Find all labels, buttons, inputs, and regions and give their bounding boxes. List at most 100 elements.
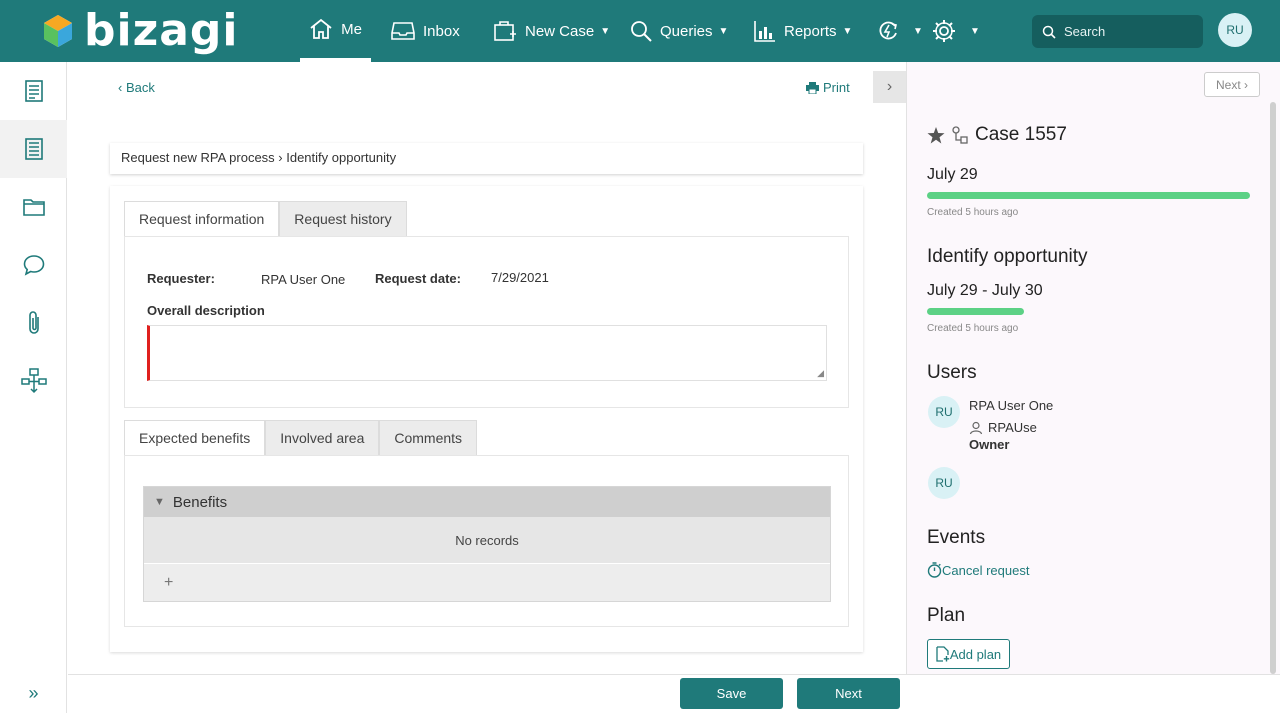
cancel-request-label: Cancel request xyxy=(942,562,1030,578)
main-content: ‹ Back Print › Request new RPA process ›… xyxy=(68,62,906,674)
user-icon xyxy=(969,421,983,434)
star-icon[interactable] xyxy=(927,126,945,144)
tab-comments[interactable]: Comments xyxy=(379,420,478,456)
chevron-down-icon: ▼ xyxy=(718,25,729,37)
save-button[interactable]: Save xyxy=(680,678,783,709)
user-login: RPAUse xyxy=(969,420,1037,435)
sidebar-item-process[interactable] xyxy=(0,352,67,410)
chat-icon xyxy=(23,255,44,276)
nav-me-label: Me xyxy=(341,20,362,38)
task-title: Identify opportunity xyxy=(927,246,1088,267)
gear-icon xyxy=(933,20,955,42)
chevron-left-icon: ‹ xyxy=(118,80,126,95)
home-icon xyxy=(310,18,332,39)
case-summary-panel: Next › Case 1557 July 29 Created 5 hours… xyxy=(906,62,1280,674)
overall-description-field[interactable]: ◢ xyxy=(147,325,827,381)
inbox-icon xyxy=(391,22,415,40)
timer-icon xyxy=(927,562,942,578)
overall-description-label: Overall description xyxy=(147,303,265,318)
back-link[interactable]: ‹ Back xyxy=(118,80,155,95)
add-document-icon xyxy=(936,646,950,662)
printer-icon xyxy=(806,81,819,94)
benefits-empty-message: No records xyxy=(144,517,830,564)
nav-settings[interactable]: ▼ xyxy=(932,0,980,62)
tab-expected-benefits[interactable]: Expected benefits xyxy=(124,420,266,456)
user-avatar[interactable]: RU xyxy=(1218,13,1252,47)
tab-request-history[interactable]: Request history xyxy=(279,201,407,237)
nav-queries[interactable]: Queries ▼ xyxy=(630,0,728,62)
chevron-down-icon: ▼ xyxy=(913,25,923,37)
nav-me[interactable]: Me xyxy=(300,0,371,62)
work-item-icon xyxy=(24,80,43,102)
case-progress-bar xyxy=(927,192,1250,199)
nav-activity[interactable]: ▼ xyxy=(877,0,923,62)
reports-icon xyxy=(754,21,775,42)
resize-grip-icon[interactable]: ◢ xyxy=(817,368,824,379)
new-case-icon xyxy=(494,21,516,41)
nav-new-case[interactable]: New Case ▼ xyxy=(493,0,610,62)
tab-involved-area[interactable]: Involved area xyxy=(265,420,380,456)
benefits-grid: ▼ Benefits No records + xyxy=(143,486,831,602)
chevron-down-icon: ▼ xyxy=(970,25,980,37)
search-icon xyxy=(631,21,652,42)
search-input[interactable] xyxy=(1064,24,1184,39)
logo-text: bizagi xyxy=(84,5,239,56)
nav-reports-label: Reports xyxy=(784,22,837,40)
user-name: RPA User One xyxy=(969,398,1054,413)
sidebar-item-attachments[interactable] xyxy=(0,294,67,352)
back-label: Back xyxy=(125,80,155,95)
print-link[interactable]: Print xyxy=(806,80,850,95)
chevron-right-icon: › xyxy=(886,78,893,95)
overall-description-input[interactable] xyxy=(150,326,826,380)
top-navigation-bar: bizagi Me Inbox New Case ▼ Queries ▼ Rep… xyxy=(0,0,1280,62)
user-role: Owner xyxy=(969,437,1010,452)
search-box[interactable] xyxy=(1032,15,1203,48)
sidebar-item-case[interactable] xyxy=(0,120,67,178)
main-tabs: Request information Request history xyxy=(124,201,407,237)
task-created-text: Created 5 hours ago xyxy=(927,323,1019,334)
case-created-text: Created 5 hours ago xyxy=(927,207,1019,218)
task-dates: July 29 - July 30 xyxy=(927,282,1043,299)
requester-label: Requester: xyxy=(147,271,215,286)
case-number: Case 1557 xyxy=(975,124,1067,145)
right-panel-scrollbar[interactable] xyxy=(1270,102,1276,674)
nav-inbox[interactable]: Inbox xyxy=(391,0,460,62)
bizagi-logo-icon xyxy=(44,15,72,47)
nav-new-case-label: New Case xyxy=(525,22,595,40)
events-title: Events xyxy=(927,527,986,548)
benefits-grid-header[interactable]: ▼ Benefits xyxy=(144,487,830,517)
next-button[interactable]: Next xyxy=(797,678,900,709)
users-title: Users xyxy=(927,362,977,383)
sidebar-item-documents[interactable] xyxy=(0,178,67,236)
breadcrumb: Request new RPA process › Identify oppor… xyxy=(110,143,863,174)
next-case-button[interactable]: Next › xyxy=(1204,72,1260,97)
nav-inbox-label: Inbox xyxy=(423,22,460,40)
task-progress-bar xyxy=(927,308,1024,315)
attachment-icon xyxy=(28,311,39,334)
activity-icon xyxy=(879,21,897,40)
add-benefit-button[interactable]: + xyxy=(144,564,830,601)
bizagi-logo[interactable]: bizagi xyxy=(40,6,238,56)
form-card: Request information Request history Requ… xyxy=(110,186,863,652)
chevron-down-icon: ▼ xyxy=(154,496,165,508)
sidebar-item-work[interactable] xyxy=(0,62,67,120)
nav-reports[interactable]: Reports ▼ xyxy=(754,0,852,62)
left-sidebar: » xyxy=(0,62,67,713)
cancel-request-link[interactable]: Cancel request xyxy=(927,562,1029,578)
benefits-grid-title: Benefits xyxy=(172,493,228,511)
user-avatar[interactable]: RU xyxy=(928,396,960,428)
plan-title: Plan xyxy=(927,605,966,626)
search-icon xyxy=(1042,25,1056,39)
add-plan-button[interactable]: Add plan xyxy=(927,639,1010,669)
request-date-label: Request date: xyxy=(375,271,461,286)
collapse-panel-button[interactable]: › xyxy=(873,71,906,103)
second-user-avatar[interactable]: RU xyxy=(928,467,960,499)
print-label: Print xyxy=(823,80,850,95)
requester-value: RPA User One xyxy=(261,272,346,287)
chevron-down-icon: ▼ xyxy=(600,25,611,37)
sidebar-item-chat[interactable] xyxy=(0,236,67,294)
expand-sidebar-icon[interactable]: » xyxy=(0,681,67,705)
tab-request-information[interactable]: Request information xyxy=(124,201,280,237)
process-map-icon xyxy=(20,368,47,394)
chevron-down-icon: ▼ xyxy=(842,25,853,37)
